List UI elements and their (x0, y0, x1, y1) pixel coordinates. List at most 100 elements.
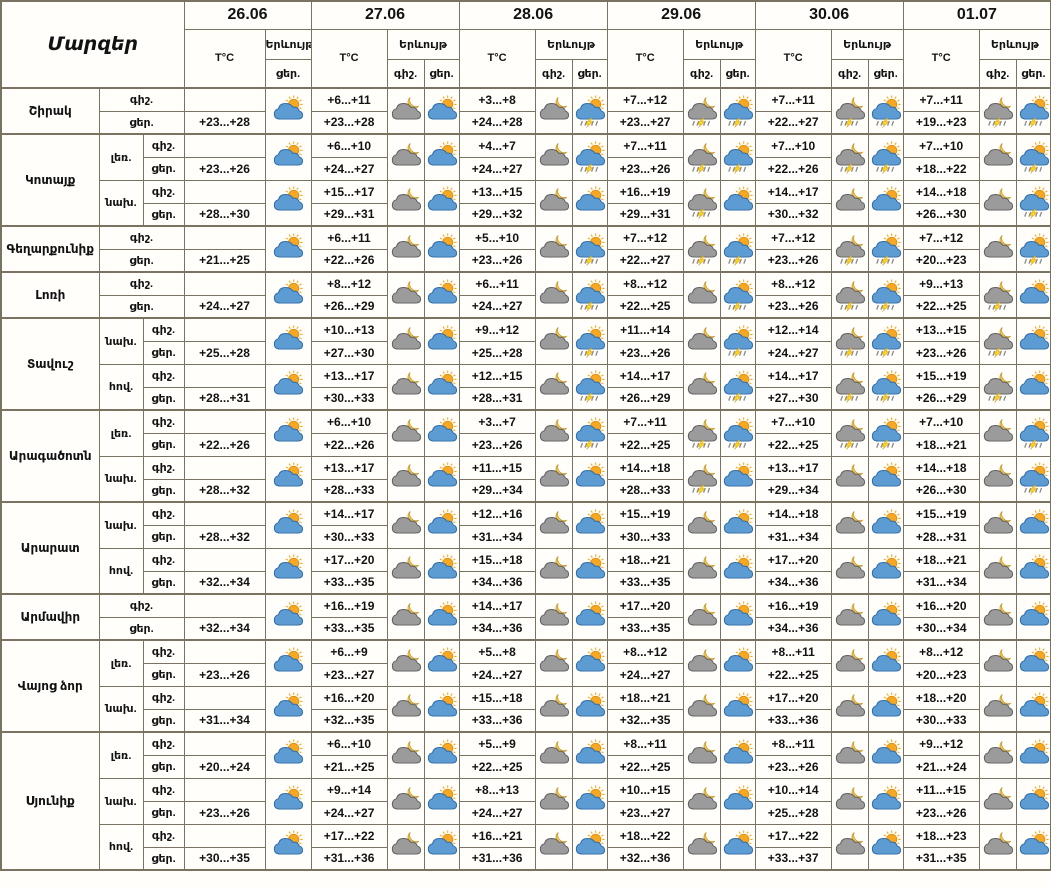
day-icon-cell (572, 732, 607, 778)
night-rain-lightning-icon (981, 279, 1015, 312)
night-icon-cell (831, 180, 868, 226)
day-sun-cloud-icon (573, 462, 607, 495)
day-icon-cell (1016, 272, 1051, 318)
night-temp-cell: +7...+10 (755, 410, 831, 433)
day-sun-cloud-icon (425, 325, 459, 358)
night-icon-cell (831, 502, 868, 548)
day-temp-cell: +28...+33 (311, 479, 387, 502)
day-row-label: ցեր. (99, 111, 184, 134)
night-moon-cloud-icon (833, 739, 867, 772)
day-icon-cell (720, 594, 755, 640)
night-temp-cell: +14...+18 (903, 180, 979, 203)
day-row-label: ցեր. (143, 525, 184, 548)
night-icon-cell (831, 548, 868, 594)
day-rain-lightning-icon (573, 279, 607, 312)
night-temp-cell: +8...+12 (903, 640, 979, 663)
night-moon-cloud-icon (685, 692, 719, 725)
night-icon-cell (979, 824, 1016, 870)
day-icon-cell (572, 318, 607, 364)
day-icon-cell (868, 180, 903, 226)
day-rain-lightning-icon (869, 279, 903, 312)
day-temp-cell: +26...+30 (903, 479, 979, 502)
region-name: Գեղարքունիք (1, 226, 99, 272)
night-moon-cloud-icon (833, 462, 867, 495)
day-icon-cell (572, 180, 607, 226)
day-sun-cloud-icon (271, 370, 305, 403)
night-moon-cloud-icon (389, 95, 423, 128)
day-sun-cloud-icon (425, 785, 459, 818)
day-temp-cell: +29...+31 (311, 203, 387, 226)
night-temp-cell: +5...+10 (459, 226, 535, 249)
day-row-label: ցեր. (99, 617, 184, 640)
night-rain-lightning-icon (685, 462, 719, 495)
night-moon-cloud-icon (537, 739, 571, 772)
day-row-label: ցեր. (143, 571, 184, 594)
date-header: 28.06 (459, 1, 607, 29)
night-icon-cell (387, 456, 424, 502)
night-rain-lightning-icon (981, 95, 1015, 128)
night-icon-cell (979, 180, 1016, 226)
night-moon-cloud-icon (389, 509, 423, 542)
night-moon-cloud-icon (685, 647, 719, 680)
night-icon-cell (831, 594, 868, 640)
day-temp-cell: +23...+26 (607, 157, 683, 180)
day-temp-cell: +28...+31 (459, 387, 535, 410)
night-icon-cell (831, 410, 868, 456)
night-temp-cell: +6...+11 (311, 88, 387, 111)
night-temp-cell (184, 180, 265, 203)
night-temp-cell: +14...+18 (755, 502, 831, 525)
night-temp-cell (184, 226, 265, 249)
night-moon-cloud-icon (981, 462, 1015, 495)
night-icon-cell (535, 272, 572, 318)
night-icon-cell (831, 732, 868, 778)
day-temp-cell: +31...+36 (459, 847, 535, 870)
day-sun-cloud-icon (425, 509, 459, 542)
night-moon-cloud-icon (833, 830, 867, 863)
night-temp-cell: +18...+21 (903, 548, 979, 571)
day-icon-cell (720, 732, 755, 778)
day-icon-cell (868, 594, 903, 640)
night-temp-cell (184, 824, 265, 847)
day-sun-cloud-icon (271, 739, 305, 772)
day-rain-lightning-icon (869, 325, 903, 358)
day-icon-cell (572, 226, 607, 272)
day-icon-cell (1016, 410, 1051, 456)
day-temp-cell: +30...+33 (311, 525, 387, 548)
day-temp-cell: +33...+35 (311, 617, 387, 640)
night-icon-cell (979, 456, 1016, 502)
night-temp-cell: +14...+17 (755, 180, 831, 203)
night-row-label: գիշ. (143, 134, 184, 157)
night-rain-lightning-icon (685, 186, 719, 219)
day-row-label: ցեր. (143, 157, 184, 180)
day-icon-cell (1016, 180, 1051, 226)
day-rain-lightning-icon (1017, 95, 1051, 128)
day-temp-cell: +28...+31 (903, 525, 979, 548)
day-icon-cell (720, 88, 755, 134)
day-icon-cell (265, 226, 311, 272)
night-icon-cell (387, 778, 424, 824)
day-sun-cloud-icon (721, 462, 755, 495)
day-icon-cell (265, 410, 311, 456)
day-temp-cell: +26...+29 (607, 387, 683, 410)
day-temp-cell: +24...+27 (755, 341, 831, 364)
night-moon-cloud-icon (833, 186, 867, 219)
day-rain-lightning-icon (1017, 141, 1051, 174)
night-moon-cloud-icon (981, 554, 1015, 587)
phenomenon-header: Երևույթ (831, 29, 903, 59)
night-moon-cloud-icon (389, 647, 423, 680)
night-moon-cloud-icon (981, 601, 1015, 634)
day-temp-cell: +23...+26 (459, 249, 535, 272)
region-name: Շիրակ (1, 88, 99, 134)
day-sun-cloud-icon (271, 95, 305, 128)
day-sun-cloud-icon (425, 601, 459, 634)
night-temp-cell: +12...+15 (459, 364, 535, 387)
day-rain-lightning-icon (573, 417, 607, 450)
night-temp-cell: +13...+15 (459, 180, 535, 203)
day-icon-cell (1016, 318, 1051, 364)
day-icon-cell (720, 778, 755, 824)
day-temp-cell: +33...+35 (607, 571, 683, 594)
day-sun-cloud-icon (721, 601, 755, 634)
day-icon-cell (572, 272, 607, 318)
day-sun-cloud-icon (1017, 509, 1051, 542)
day-icon-cell (572, 456, 607, 502)
